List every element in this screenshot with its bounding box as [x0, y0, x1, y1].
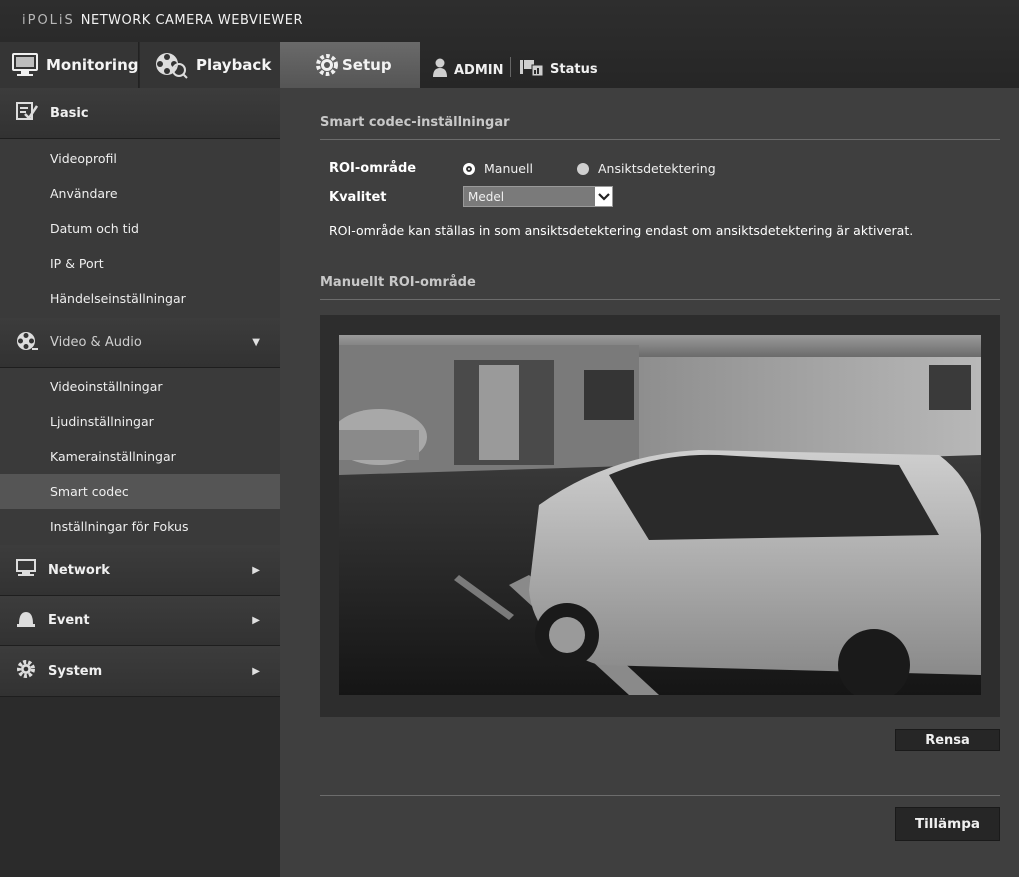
sidebar-section-network-label: Network [48, 562, 110, 578]
status-label: Status [550, 61, 598, 77]
video-audio-submenu: Videoinställningar Ljudinställningar Kam… [0, 368, 280, 545]
radio-ansiktsdetektering[interactable] [577, 163, 589, 175]
tab-monitoring-label: Monitoring [46, 56, 139, 74]
sidebar-section-network[interactable]: Network ▶ [0, 545, 280, 596]
app-title: iPOLiS NETWORK CAMERA WEBVIEWER [22, 13, 303, 28]
quality-label: Kvalitet [329, 190, 387, 205]
sidebar-item-handelseinstallningar[interactable]: Händelseinställningar [0, 281, 280, 316]
triangle-right-icon: ▶ [252, 665, 260, 677]
triangle-right-icon: ▶ [252, 564, 260, 576]
admin-label: ADMIN [454, 62, 504, 78]
computer-icon [16, 559, 36, 581]
tab-playback[interactable]: Playback [140, 42, 280, 88]
sidebar-section-system-label: System [48, 663, 103, 679]
sidebar-item-anvandare[interactable]: Användare [0, 176, 280, 211]
sidebar-item-videoprofil[interactable]: Videoprofil [0, 141, 280, 176]
triangle-right-icon: ▶ [252, 615, 260, 626]
sidebar-section-event[interactable]: Event ▶ [0, 596, 280, 646]
triangle-down-icon: ▼ [252, 337, 260, 348]
sidebar-item-videoinstallningar[interactable]: Videoinställningar [0, 369, 280, 404]
sidebar-item-datum-och-tid[interactable]: Datum och tid [0, 211, 280, 246]
film-reel-icon [16, 331, 38, 355]
radio-ansiktsdetektering-label: Ansiktsdetektering [598, 161, 716, 176]
divider [320, 795, 1000, 796]
sidebar-section-system[interactable]: System ▶ [0, 646, 280, 697]
sidebar-item-installningar-for-fokus[interactable]: Inställningar för Fokus [0, 509, 280, 544]
sidebar-section-video-audio-label: Video & Audio [50, 335, 142, 350]
camera-scene-image [339, 335, 981, 695]
section-title-manual-roi: Manuellt ROI-område [320, 275, 476, 290]
tab-monitoring[interactable]: Monitoring [0, 42, 139, 88]
admin-user[interactable]: ADMIN [432, 58, 504, 82]
film-reel-icon [154, 51, 188, 79]
sidebar-section-basic[interactable]: Basic [0, 88, 280, 139]
sidebar-item-ljudinstallningar[interactable]: Ljudinställningar [0, 404, 280, 439]
divider [320, 299, 1000, 300]
sidebar-section-basic-label: Basic [50, 105, 89, 121]
brand-prefix: iPOLiS [22, 13, 75, 28]
gear-icon [16, 659, 36, 683]
sidebar-item-ip-port[interactable]: IP & Port [0, 246, 280, 281]
tab-setup[interactable]: Setup [280, 42, 420, 88]
divider [320, 139, 1000, 140]
apply-button[interactable]: Tillämpa [895, 807, 1000, 841]
info-note: ROI-område kan ställas in som ansiktsdet… [329, 223, 914, 238]
camera-video-view[interactable] [339, 335, 981, 695]
status-button[interactable]: Status [520, 58, 598, 80]
quality-select[interactable]: Medel [463, 186, 613, 207]
chevron-down-icon[interactable] [595, 187, 612, 206]
radio-manuell[interactable] [463, 163, 475, 175]
sidebar-item-smart-codec[interactable]: Smart codec [0, 474, 280, 509]
user-icon [432, 58, 448, 82]
sidebar: Basic Videoprofil Användare Datum och ti… [0, 88, 280, 877]
sidebar-item-kamerainstallningar[interactable]: Kamerainställningar [0, 439, 280, 474]
status-icon [520, 58, 544, 80]
toolbar-divider [510, 57, 511, 77]
radio-manuell-label: Manuell [484, 161, 533, 176]
monitor-icon [12, 53, 38, 77]
clear-button[interactable]: Rensa [895, 729, 1000, 751]
tab-playback-label: Playback [196, 56, 272, 74]
gear-icon [314, 52, 340, 78]
quality-value: Medel [468, 189, 505, 204]
roi-label: ROI-område [329, 161, 417, 176]
sidebar-section-video-audio[interactable]: Video & Audio ▼ [0, 318, 280, 368]
checklist-icon [16, 102, 39, 124]
sidebar-section-event-label: Event [48, 613, 90, 628]
brand-title: NETWORK CAMERA WEBVIEWER [80, 13, 304, 28]
basic-submenu: Videoprofil Användare Datum och tid IP &… [0, 139, 280, 318]
top-bar: iPOLiS NETWORK CAMERA WEBVIEWER Monitorin… [0, 0, 1019, 88]
tab-setup-label: Setup [342, 56, 392, 74]
alarm-icon [16, 610, 36, 632]
section-title-smart-codec: Smart codec-inställningar [320, 115, 510, 130]
